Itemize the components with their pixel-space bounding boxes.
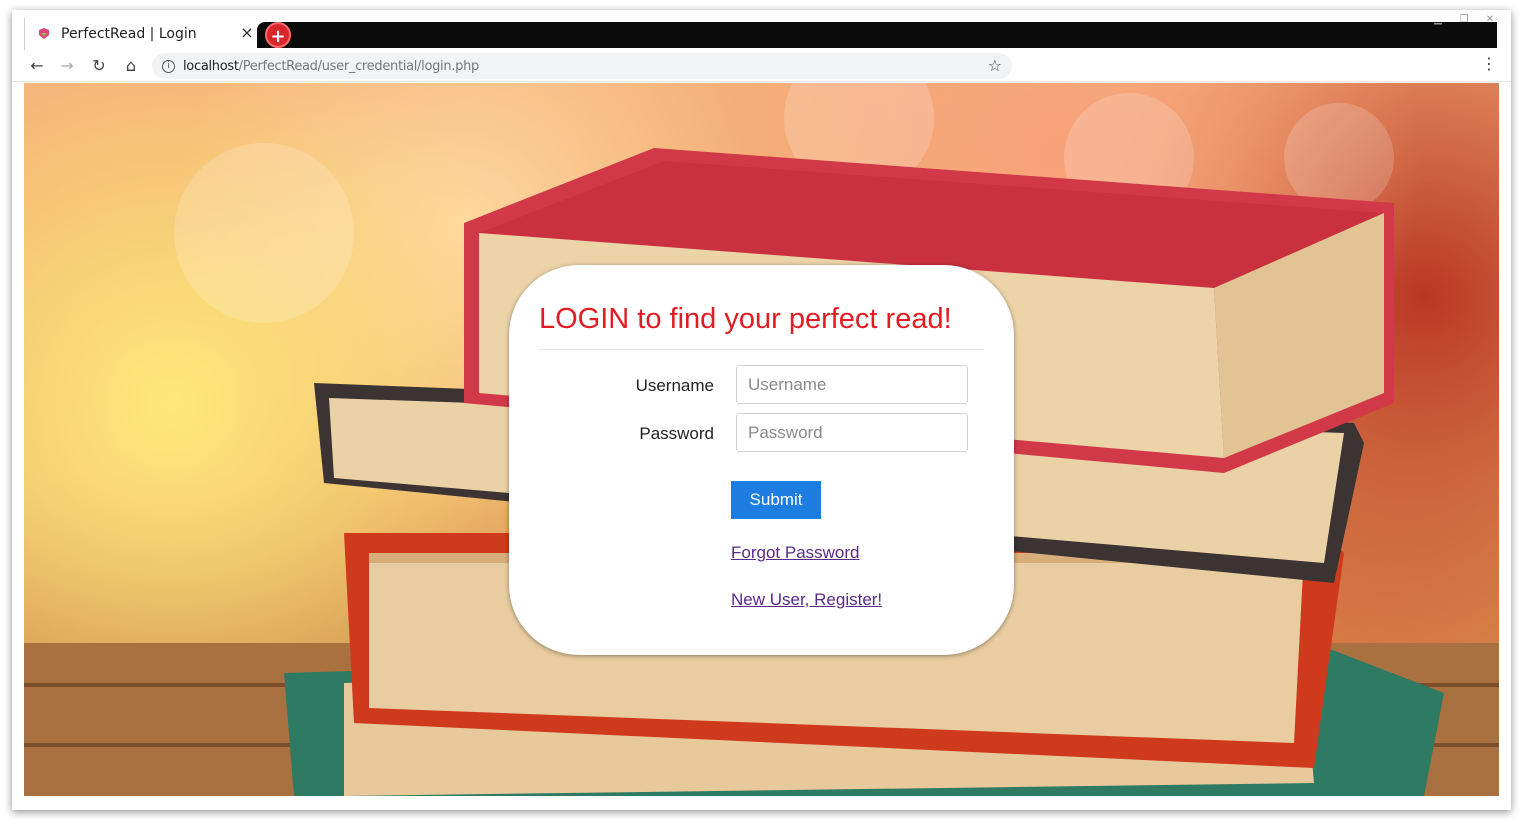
- close-tab-icon[interactable]: ×: [238, 24, 256, 42]
- forward-arrow-icon[interactable]: →: [56, 55, 78, 77]
- forgot-password-link[interactable]: Forgot Password: [731, 543, 860, 563]
- browser-window: PerfectRead | Login × + ▁ ❐ ✕ ← → ↻ ⌂ i …: [12, 10, 1511, 810]
- title-divider: [539, 349, 984, 350]
- close-window-icon[interactable]: ✕: [1481, 14, 1499, 26]
- star-icon[interactable]: ☆: [988, 56, 1002, 75]
- address-bar[interactable]: i localhost/PerfectRead/user_credential/…: [152, 53, 1012, 79]
- url-text: localhost/PerfectRead/user_credential/lo…: [183, 58, 479, 74]
- maximize-icon[interactable]: ❐: [1455, 14, 1473, 26]
- kebab-menu-icon[interactable]: ⋮: [1481, 56, 1497, 72]
- username-label: Username: [635, 376, 714, 395]
- username-input[interactable]: [736, 365, 968, 404]
- perfectread-favicon-icon: [39, 28, 49, 39]
- register-link[interactable]: New User, Register!: [731, 590, 882, 610]
- window-controls: ▁ ❐ ✕: [1429, 14, 1499, 26]
- minimize-icon[interactable]: ▁: [1429, 14, 1447, 26]
- login-title: LOGIN to find your perfect read!: [539, 303, 952, 335]
- browser-toolbar: ← → ↻ ⌂ i localhost/PerfectRead/user_cre…: [12, 50, 1511, 82]
- password-input[interactable]: [736, 413, 968, 452]
- new-tab-button[interactable]: +: [265, 22, 291, 48]
- reload-icon[interactable]: ↻: [88, 55, 110, 77]
- home-icon[interactable]: ⌂: [120, 55, 142, 77]
- password-label: Password: [639, 424, 714, 443]
- tab-title: PerfectRead | Login: [61, 26, 197, 42]
- tab-strip: PerfectRead | Login × + ▁ ❐ ✕: [12, 10, 1511, 50]
- page-viewport: LOGIN to find your perfect read! Usernam…: [24, 83, 1499, 796]
- login-card: LOGIN to find your perfect read! Usernam…: [509, 265, 1014, 655]
- submit-button[interactable]: Submit: [731, 481, 821, 519]
- tab-perfectread-login[interactable]: PerfectRead | Login ×: [24, 18, 256, 50]
- back-arrow-icon[interactable]: ←: [26, 55, 48, 77]
- tab-strip-background: [257, 22, 1497, 48]
- info-icon[interactable]: i: [162, 59, 175, 73]
